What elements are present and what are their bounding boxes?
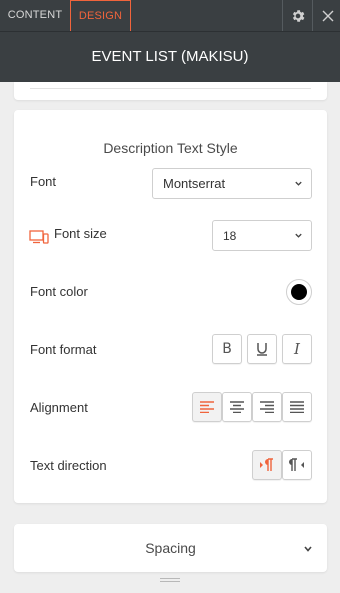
align-right-button[interactable]	[252, 392, 282, 422]
close-icon	[322, 10, 333, 21]
font-size-value: 18	[223, 229, 237, 243]
align-right-icon	[260, 401, 274, 413]
settings-button[interactable]	[282, 0, 312, 31]
italic-button[interactable]: I	[282, 334, 312, 364]
close-button[interactable]	[312, 0, 340, 31]
section-title: Description Text Style	[103, 140, 238, 156]
tab-content[interactable]: CONTENT	[0, 0, 70, 31]
ltr-icon	[260, 458, 273, 471]
divider	[30, 82, 311, 89]
color-swatch	[291, 284, 307, 300]
chevron-down-icon	[295, 233, 302, 238]
panel-title: EVENT LIST (MAKISU)	[0, 32, 340, 82]
spacing-label: Spacing	[145, 540, 196, 556]
resize-handle[interactable]	[160, 578, 180, 584]
text-direction-label: Text direction	[30, 458, 107, 473]
font-select-value: Montserrat	[163, 176, 226, 191]
bold-button[interactable]: B	[212, 334, 242, 364]
rtl-icon	[289, 458, 304, 471]
tab-design[interactable]: DESIGN	[70, 0, 131, 31]
italic-icon: I	[294, 339, 300, 358]
font-color-label: Font color	[30, 284, 88, 299]
align-justify-button[interactable]	[282, 392, 312, 422]
align-center-button[interactable]	[222, 392, 252, 422]
underline-button[interactable]	[247, 334, 277, 364]
description-text-style-card: Description Text Style Font Montserrat F…	[14, 110, 327, 503]
bold-icon: B	[222, 341, 232, 357]
font-select[interactable]: Montserrat	[152, 168, 312, 199]
alignment-label: Alignment	[30, 400, 88, 415]
previous-section-card	[14, 82, 327, 100]
underline-icon	[257, 343, 267, 356]
align-left-button[interactable]	[192, 392, 222, 422]
font-label: Font	[30, 174, 57, 189]
font-size-select[interactable]: 18	[212, 220, 312, 251]
font-size-label: Font size	[54, 226, 107, 241]
gear-icon	[292, 9, 304, 22]
rtl-button[interactable]	[282, 450, 312, 480]
chevron-down-icon	[295, 181, 302, 186]
top-bar: CONTENT DESIGN	[0, 0, 340, 32]
align-justify-icon	[290, 401, 304, 413]
align-center-icon	[230, 401, 244, 413]
font-format-label: Font format	[30, 342, 97, 357]
spacing-section[interactable]: Spacing	[14, 524, 327, 572]
align-left-icon	[200, 401, 214, 413]
chevron-down-icon	[304, 546, 312, 552]
font-color-picker[interactable]	[286, 279, 312, 305]
devices-icon	[29, 230, 49, 244]
ltr-button[interactable]	[252, 450, 282, 480]
